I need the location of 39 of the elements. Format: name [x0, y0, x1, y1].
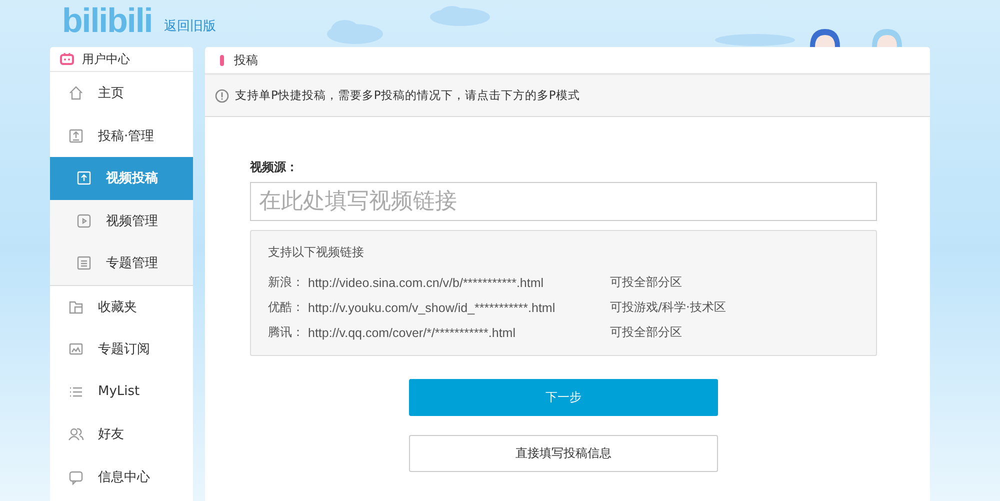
- sidebar-item[interactable]: MyList: [50, 370, 193, 413]
- cloud-drawing: [327, 20, 383, 44]
- link-pattern: http://v.qq.com/cover/*/***********.html: [308, 326, 517, 340]
- sidebar-item[interactable]: 投稿·管理: [50, 114, 193, 157]
- sidebar-item[interactable]: 好友: [50, 413, 193, 456]
- message-icon: [68, 468, 84, 485]
- people-icon: [68, 426, 84, 442]
- site-name: 腾讯：: [268, 324, 305, 341]
- home-icon: [68, 85, 84, 102]
- panel-title: 投稿: [234, 52, 258, 68]
- source-label: 视频源：: [250, 159, 299, 176]
- marker-icon: [220, 54, 224, 66]
- notice-text: 支持单P快捷投稿，需要多P投稿的情况下，请点击下方的多P模式: [235, 88, 580, 103]
- link-pattern: http://video.sina.com.cn/v/b/***********.html: [308, 276, 545, 290]
- category-note: 可投全部分区: [610, 324, 682, 341]
- video-icon: [76, 212, 92, 229]
- upload-icon: [76, 170, 92, 186]
- link-pattern: http://v.youku.com/v_show/id_***********.html: [308, 300, 556, 314]
- sidebar-item[interactable]: 专题订阅: [50, 328, 193, 370]
- info-icon: [215, 88, 229, 102]
- supported-links-title: 支持以下视频链接: [268, 244, 365, 261]
- sidebar-item[interactable]: 专题管理: [50, 242, 193, 284]
- category-note: 可投游戏/科学·技术区: [610, 299, 726, 316]
- cloud-drawing: [430, 6, 490, 26]
- upload-icon: [68, 128, 84, 144]
- tv-icon: [60, 53, 74, 65]
- folder-icon: [68, 298, 84, 315]
- video-link-field[interactable]: 在此处填写视频链接: [250, 182, 877, 221]
- sidebar-title: 用户中心: [82, 50, 130, 68]
- category-note: 可投全部分区: [610, 274, 682, 291]
- document-icon: [76, 255, 92, 272]
- sidebar-item[interactable]: 信息中心: [50, 456, 193, 498]
- sidebar-item[interactable]: 收藏夹: [50, 284, 193, 328]
- sidebar-item[interactable]: 视频管理: [50, 200, 193, 242]
- fill-info-button[interactable]: 直接填写投稿信息: [409, 435, 718, 472]
- site-name: 新浪：: [268, 274, 305, 291]
- site-name: 优酷：: [268, 299, 305, 316]
- image-icon: [68, 341, 84, 358]
- sidebar-item[interactable]: 主页: [50, 72, 193, 114]
